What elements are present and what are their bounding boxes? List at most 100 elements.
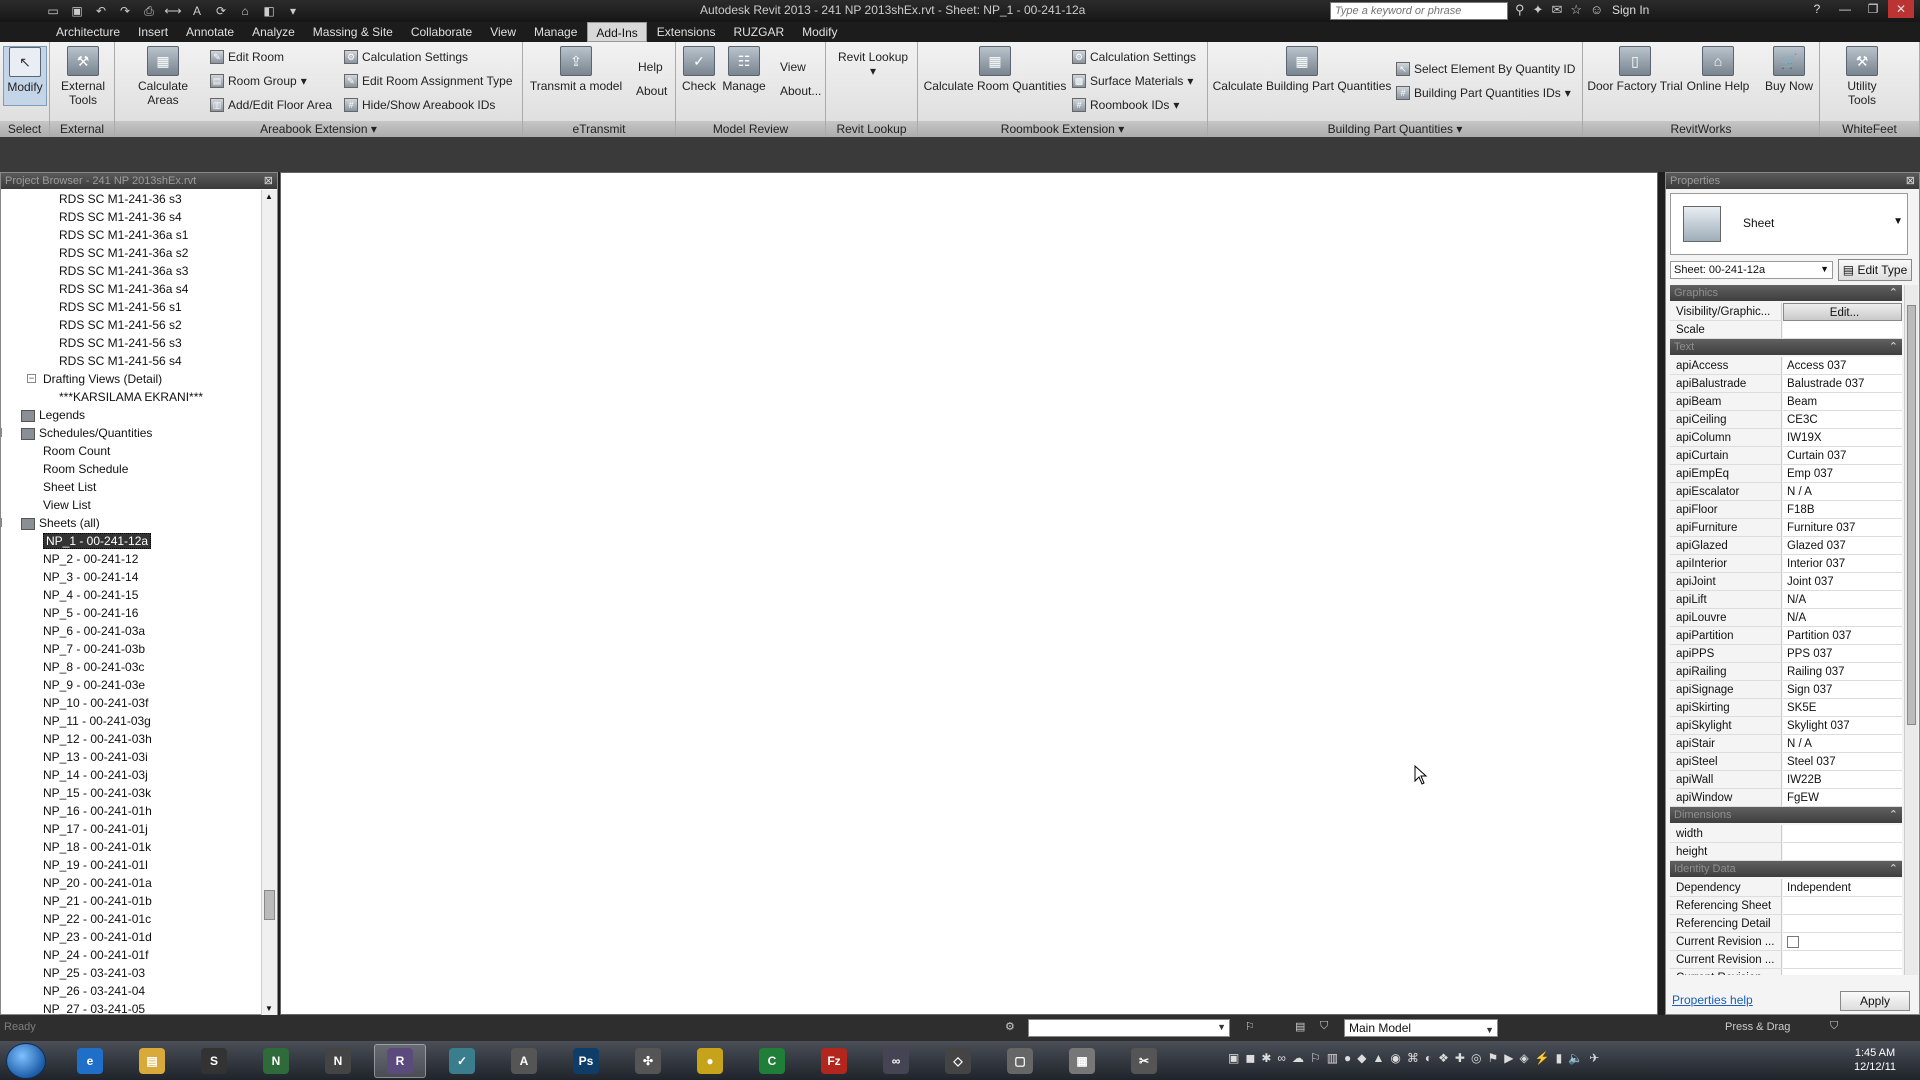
taskbar-app-explorer[interactable]: ▤: [126, 1044, 178, 1078]
tree-item[interactable]: NP_25 - 03-241-03: [43, 964, 145, 982]
drawing-area[interactable]: [280, 172, 1658, 1015]
property-value[interactable]: Balustrade 037: [1783, 375, 1902, 393]
tree-item[interactable]: NP_20 - 00-241-01a: [43, 874, 152, 892]
etransmit-about-button[interactable]: About: [636, 84, 667, 98]
view-button[interactable]: View: [780, 60, 806, 74]
scroll-up-icon[interactable]: ▲: [265, 192, 273, 201]
tab-architecture[interactable]: Architecture: [48, 22, 128, 42]
subscription-icon[interactable]: ✦: [1533, 2, 1544, 18]
tab-manage[interactable]: Manage: [526, 22, 585, 42]
manage-button[interactable]: ☷ Manage: [720, 46, 768, 93]
property-value[interactable]: IW19X: [1783, 429, 1902, 447]
utility-tools-button[interactable]: ⚒ Utility Tools: [1832, 46, 1892, 107]
properties-scrollbar[interactable]: [1904, 285, 1918, 975]
tree-item[interactable]: NP_4 - 00-241-15: [43, 586, 138, 604]
property-value[interactable]: PPS 037: [1783, 645, 1902, 663]
room-group-button[interactable]: ▤ Room Group ▾: [210, 74, 307, 88]
language-icon[interactable]: ✈: [1589, 1051, 1599, 1065]
property-group-header[interactable]: Dimensions ⌃: [1670, 807, 1902, 823]
edit-room-assignment-type-button[interactable]: ✎ Edit Room Assignment Type: [344, 74, 513, 88]
property-group-header[interactable]: Graphics ⌃: [1670, 285, 1902, 301]
tree-item[interactable]: NP_27 - 03-241-05: [43, 1000, 145, 1015]
scroll-thumb[interactable]: [264, 890, 275, 920]
communication-icon[interactable]: ✉: [1551, 2, 1562, 18]
tray-icon[interactable]: ∞: [1277, 1051, 1286, 1065]
expand-toggle-icon[interactable]: −: [27, 374, 36, 383]
property-value[interactable]: F18B: [1783, 501, 1902, 519]
3d-view-icon[interactable]: ⌂: [236, 2, 254, 20]
taskbar-app-ie[interactable]: e: [64, 1044, 116, 1078]
tab-add-ins[interactable]: Add-Ins: [587, 22, 647, 42]
section-icon[interactable]: ◧: [260, 2, 278, 20]
design-options-icon[interactable]: ▤: [1295, 1020, 1305, 1033]
property-value[interactable]: CE3C: [1783, 411, 1902, 429]
taskbar-app-filezilla[interactable]: Fz: [808, 1044, 860, 1078]
tree-item[interactable]: NP_17 - 00-241-01j: [43, 820, 148, 838]
tray-icon[interactable]: ⚐: [1310, 1051, 1321, 1065]
taskbar-app-navisworks[interactable]: N: [250, 1044, 302, 1078]
tree-category[interactable]: − Sheets (all): [1, 514, 100, 532]
property-value[interactable]: [1783, 897, 1902, 915]
tray-icon[interactable]: ▲: [1373, 1051, 1385, 1065]
roombook-calculation-settings-button[interactable]: ⚙ Calculation Settings: [1072, 50, 1196, 64]
tree-item[interactable]: Sheet List: [43, 478, 96, 496]
filter-icon[interactable]: ⛉: [1320, 1020, 1328, 1033]
tree-category[interactable]: − Schedules/Quantities: [1, 424, 152, 442]
taskbar-app-photoshop[interactable]: Ps: [560, 1044, 612, 1078]
clock[interactable]: 1:45 AM 12/12/11: [1854, 1046, 1896, 1074]
tree-item[interactable]: NP_12 - 00-241-03h: [43, 730, 152, 748]
tree-item[interactable]: NP_13 - 00-241-03i: [43, 748, 148, 766]
tab-modify[interactable]: Modify: [794, 22, 845, 42]
sync-icon[interactable]: ⟳: [212, 2, 230, 20]
sign-in-link[interactable]: Sign In: [1612, 3, 1649, 17]
panel-title-areabook[interactable]: Areabook Extension ▾: [115, 121, 522, 137]
tree-item[interactable]: View List: [43, 496, 91, 514]
check-button[interactable]: ✓ Check: [680, 46, 718, 93]
property-value[interactable]: SK5E: [1783, 699, 1902, 717]
tray-icon[interactable]: ●: [1344, 1051, 1351, 1065]
editable-only-icon[interactable]: ⚐: [1245, 1020, 1255, 1033]
property-value[interactable]: Sign 037: [1783, 681, 1902, 699]
text-icon[interactable]: A: [188, 2, 206, 20]
taskbar-app-autocad[interactable]: A: [498, 1044, 550, 1078]
tree-item[interactable]: ***KARSILAMA EKRANI***: [59, 388, 203, 406]
property-value[interactable]: N/A: [1783, 609, 1902, 627]
tree-item[interactable]: NP_24 - 00-241-01f: [43, 946, 148, 964]
tree-item[interactable]: NP_21 - 00-241-01b: [43, 892, 152, 910]
tray-icon[interactable]: ◆: [1357, 1051, 1366, 1065]
tree-item[interactable]: NP_19 - 00-241-01l: [43, 856, 148, 874]
save-icon[interactable]: ▣: [68, 2, 86, 20]
property-value[interactable]: Interior 037: [1783, 555, 1902, 573]
close-icon[interactable]: ⊠: [264, 173, 273, 189]
property-value[interactable]: Access 037: [1783, 357, 1902, 375]
tree-item[interactable]: NP_5 - 00-241-16: [43, 604, 138, 622]
tree-item[interactable]: NP_18 - 00-241-01k: [43, 838, 151, 856]
taskbar-app-calculator[interactable]: ▦: [1056, 1044, 1108, 1078]
property-value[interactable]: [1783, 951, 1902, 969]
tray-icon[interactable]: ▶: [1504, 1051, 1513, 1065]
expand-toggle-icon[interactable]: −: [1, 428, 2, 437]
tray-icon[interactable]: ◎: [1471, 1051, 1481, 1065]
tree-item[interactable]: NP_22 - 00-241-01c: [43, 910, 151, 928]
tree-item[interactable]: RDS SC M1-241-36a s2: [59, 244, 188, 262]
tree-item[interactable]: RDS SC M1-241-36 s4: [59, 208, 182, 226]
properties-help-link[interactable]: Properties help: [1672, 993, 1753, 1007]
property-value[interactable]: N/A: [1783, 591, 1902, 609]
tree-item[interactable]: RDS SC M1-241-36a s3: [59, 262, 188, 280]
filter-count-icon[interactable]: ⛉: [1830, 1020, 1838, 1033]
tab-collaborate[interactable]: Collaborate: [403, 22, 480, 42]
calculate-areas-button[interactable]: ▦ Calculate Areas: [121, 46, 205, 107]
property-group-header[interactable]: Text ⌃: [1670, 339, 1902, 355]
tree-item[interactable]: NP_14 - 00-241-03j: [43, 766, 148, 784]
worksets-icon[interactable]: ⚙: [1005, 1020, 1015, 1033]
tab-ruzgar[interactable]: RUZGAR: [725, 22, 792, 42]
favorites-icon[interactable]: ☆: [1570, 2, 1582, 18]
property-value[interactable]: Curtain 037: [1783, 447, 1902, 465]
tree-item[interactable]: NP_15 - 00-241-03k: [43, 784, 151, 802]
property-value[interactable]: [1783, 843, 1902, 861]
tree-item[interactable]: NP_8 - 00-241-03c: [43, 658, 144, 676]
property-value[interactable]: Joint 037: [1783, 573, 1902, 591]
tray-icon[interactable]: ⌘: [1407, 1051, 1419, 1065]
tree-item[interactable]: NP_26 - 03-241-04: [43, 982, 145, 1000]
binoculars-icon[interactable]: ⚲: [1515, 2, 1525, 18]
